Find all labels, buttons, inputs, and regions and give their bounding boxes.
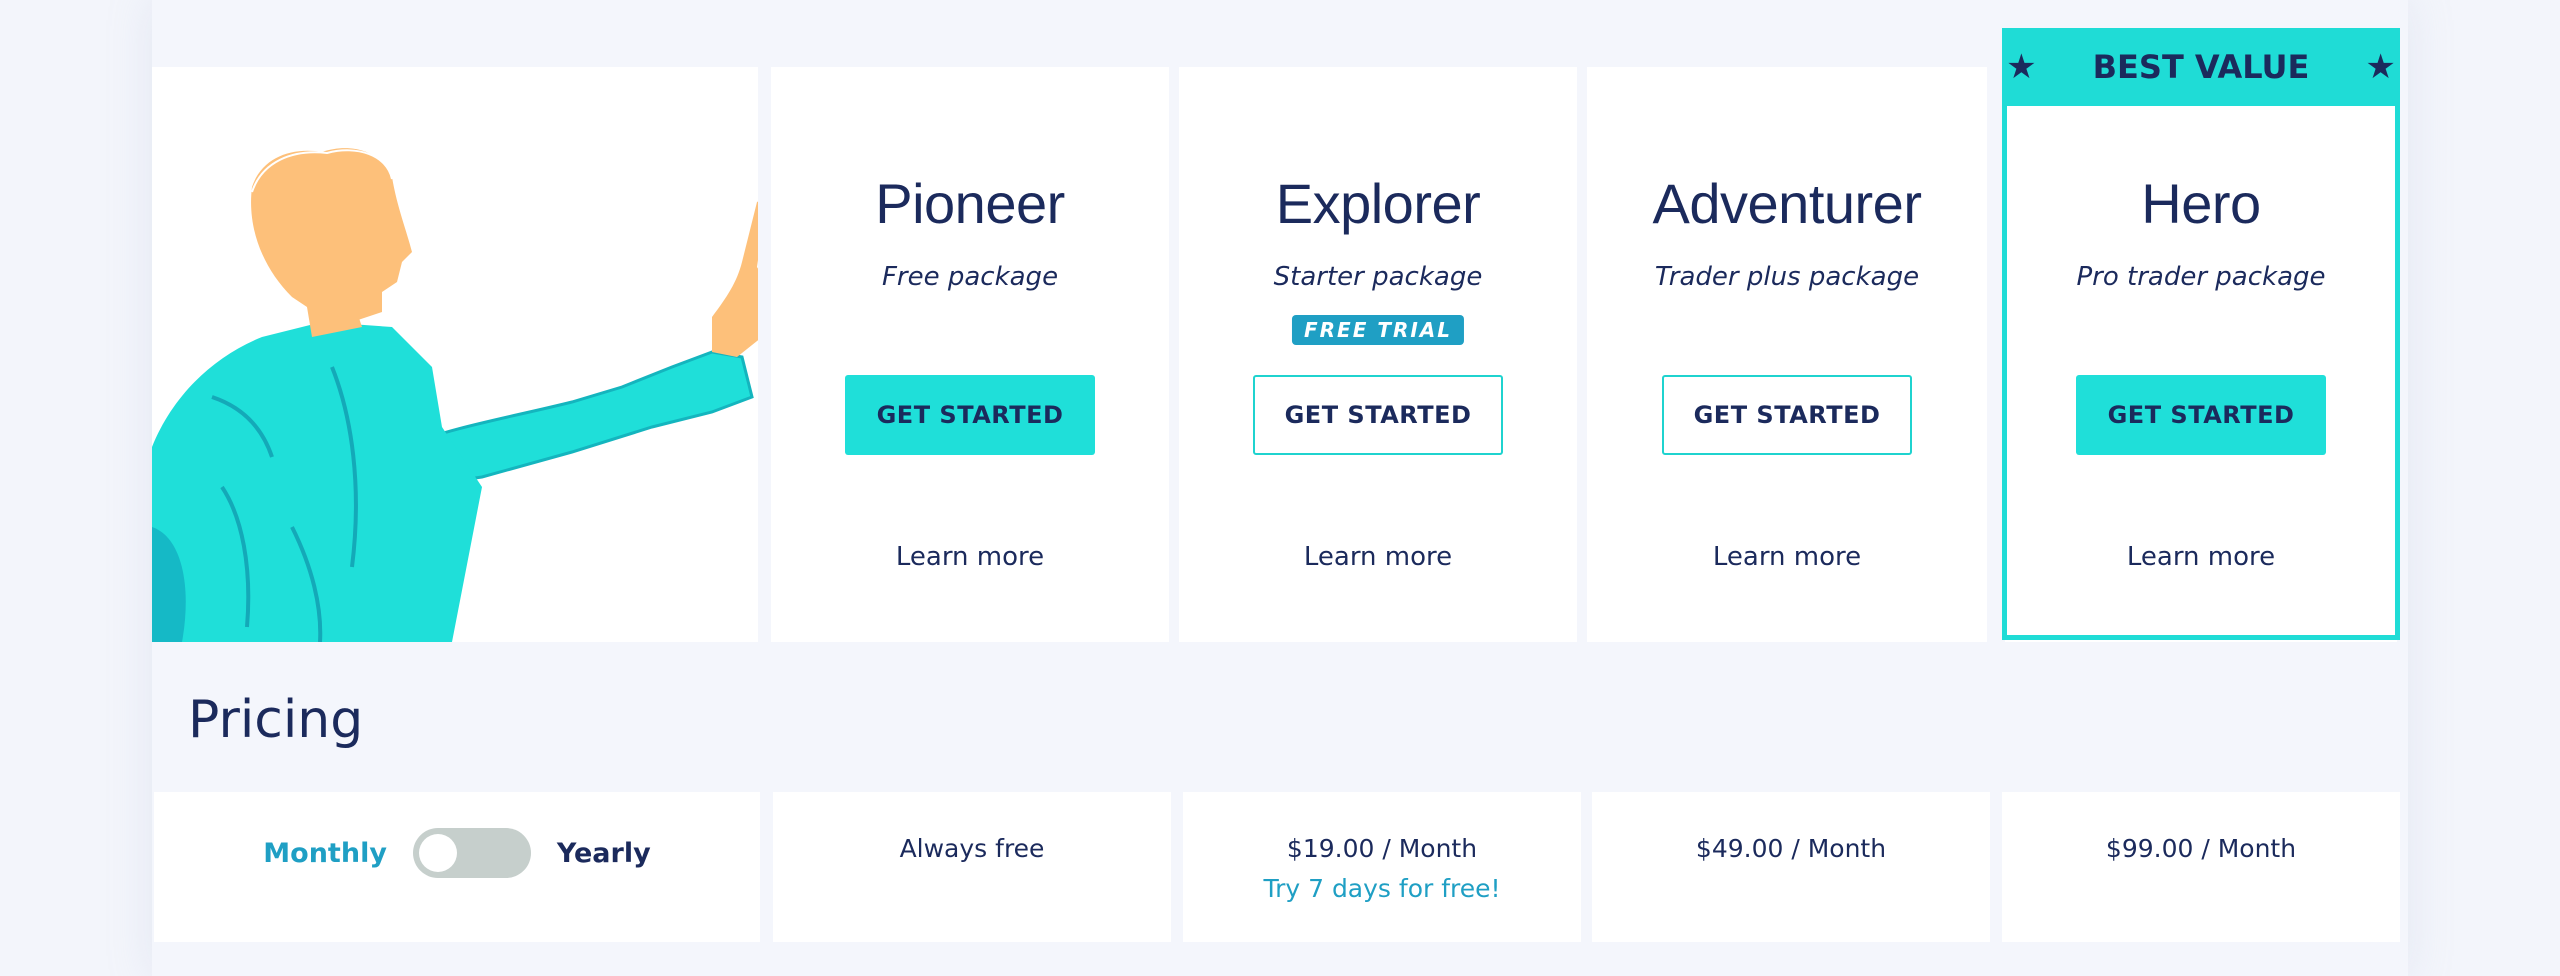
learn-more-link[interactable]: Learn more	[771, 542, 1169, 572]
star-icon: ★	[2365, 48, 2396, 86]
price-cell-pioneer: Always free	[773, 792, 1171, 942]
plan-subtitle: Pro trader package	[2076, 262, 2326, 292]
free-trial-badge: FREE TRIAL	[1291, 315, 1465, 345]
plan-subtitle: Free package	[881, 262, 1059, 292]
best-value-banner: ★ BEST VALUE ★	[2002, 28, 2400, 106]
price-cell-hero: $99.00 / Month	[2002, 792, 2400, 942]
toggle-knob	[418, 834, 457, 872]
get-started-button[interactable]: GET STARTED	[2076, 375, 2326, 455]
billing-toggle-cell: Monthly Yearly	[154, 792, 760, 942]
price-cell-adventurer: $49.00 / Month	[1592, 792, 1990, 942]
price-value: Always free	[899, 834, 1045, 863]
plan-subtitle: Trader plus package	[1654, 262, 1920, 292]
monthly-label[interactable]: Monthly	[263, 838, 387, 869]
star-icon: ★	[2006, 48, 2037, 86]
learn-more-link[interactable]: Learn more	[1587, 542, 1987, 572]
price-value: $19.00 / Month	[1286, 834, 1478, 863]
plan-name: Pioneer	[875, 172, 1065, 235]
plan-name: Adventurer	[1652, 172, 1922, 235]
plan-name: Hero	[2141, 172, 2261, 235]
get-started-button[interactable]: GET STARTED	[845, 375, 1095, 455]
learn-more-link[interactable]: Learn more	[1179, 542, 1577, 572]
plan-card-explorer: Explorer Starter package FREE TRIAL GET …	[1179, 67, 1577, 642]
plan-card-hero: Hero Pro trader package GET STARTED Lear…	[2005, 67, 2397, 642]
trial-note: Try 7 days for free!	[1263, 874, 1501, 903]
illustration-card	[152, 67, 758, 642]
learn-more-link[interactable]: Learn more	[2005, 542, 2397, 572]
price-value: $99.00 / Month	[2105, 834, 2297, 863]
get-started-button[interactable]: GET STARTED	[1662, 375, 1912, 455]
plan-card-adventurer: Adventurer Trader plus package GET START…	[1587, 67, 1987, 642]
plan-card-pioneer: Pioneer Free package GET STARTED Learn m…	[771, 67, 1169, 642]
best-value-label: BEST VALUE	[2092, 48, 2310, 86]
price-cell-explorer: $19.00 / Month Try 7 days for free!	[1183, 792, 1581, 942]
plan-name: Explorer	[1275, 172, 1481, 235]
man-pointing-illustration	[152, 148, 758, 642]
billing-period-toggle[interactable]	[412, 828, 531, 878]
get-started-button[interactable]: GET STARTED	[1253, 375, 1503, 455]
yearly-label[interactable]: Yearly	[557, 838, 651, 869]
pricing-title: Pricing	[188, 690, 364, 750]
price-value: $49.00 / Month	[1695, 834, 1887, 863]
plan-subtitle: Starter package	[1273, 262, 1483, 292]
